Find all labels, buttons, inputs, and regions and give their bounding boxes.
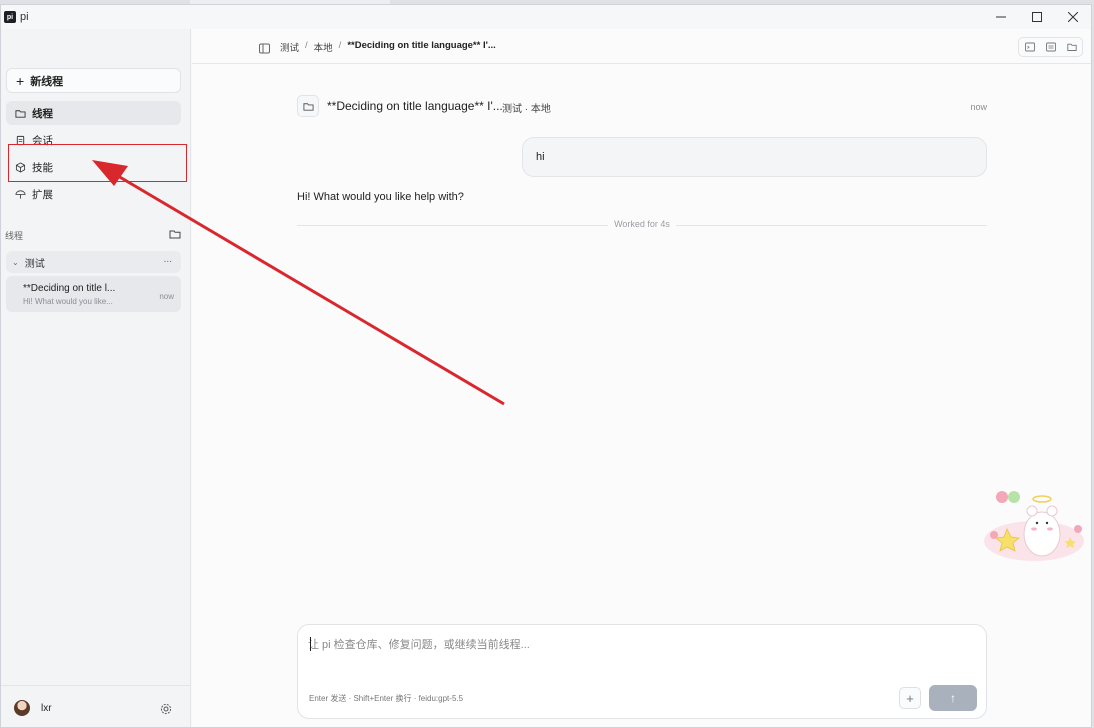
- title-bar: pi pi: [1, 5, 1091, 29]
- chevron-down-icon: ⌄: [12, 257, 19, 267]
- threads-section-label: 线程: [5, 231, 24, 241]
- sidebar-item-extensions[interactable]: 扩展: [6, 182, 181, 206]
- breadcrumb-separator: /: [305, 40, 308, 51]
- app-title: pi: [20, 11, 29, 23]
- window-controls: [983, 5, 1091, 29]
- app-window: pi pi + 新线程 线程 会话 技能 扩展 线程 ⌄ 测试 ... **De…: [0, 4, 1092, 728]
- thread-list-item[interactable]: **Deciding on title l... Hi! What would …: [6, 276, 181, 312]
- folder-icon: [14, 107, 26, 119]
- group-name: 测试: [24, 258, 45, 270]
- annotation-highlight-box: [8, 144, 187, 182]
- new-thread-label: 新线程: [30, 75, 64, 88]
- new-thread-button[interactable]: + 新线程: [6, 68, 181, 93]
- user-profile-row: lxr: [1, 685, 191, 727]
- folder-button[interactable]: [1061, 38, 1082, 56]
- breadcrumb-project[interactable]: 测试: [280, 40, 299, 54]
- avatar[interactable]: [14, 700, 30, 716]
- open-folder-button[interactable]: [169, 227, 181, 239]
- maximize-icon: [1032, 12, 1042, 22]
- topbar-actions: [1018, 37, 1083, 57]
- group-more-button[interactable]: ...: [164, 254, 172, 265]
- worked-for-label[interactable]: Worked for 4s: [608, 219, 676, 229]
- plus-icon: +: [16, 72, 25, 89]
- terminal-button[interactable]: [1019, 38, 1040, 56]
- toggle-sidebar-button[interactable]: [259, 41, 270, 54]
- gear-icon: [160, 703, 172, 715]
- send-button[interactable]: ↑: [929, 685, 977, 711]
- main-panel: 测试 / 本地 / **Deciding on title language**…: [192, 29, 1091, 727]
- breadcrumb-separator: /: [338, 40, 342, 51]
- thread-preview: Hi! What would you like...: [23, 297, 113, 306]
- top-bar: 测试 / 本地 / **Deciding on title language**…: [192, 29, 1091, 64]
- maximize-button[interactable]: [1019, 5, 1055, 29]
- thread-header-time: now: [970, 102, 987, 112]
- breadcrumb-location[interactable]: 本地: [314, 40, 333, 54]
- sidebar-toggle-icon: [259, 43, 270, 54]
- thread-header-meta: 测试 · 本地: [502, 104, 551, 115]
- thread-group-test[interactable]: ⌄ 测试 ...: [6, 251, 181, 273]
- sidebar: + 新线程 线程 会话 技能 扩展 线程 ⌄ 测试 ... **Deciding…: [1, 29, 191, 727]
- close-icon: [1068, 12, 1078, 22]
- panel-button[interactable]: [1040, 38, 1061, 56]
- minimize-button[interactable]: [983, 5, 1019, 29]
- attach-button[interactable]: +: [899, 687, 921, 709]
- sidebar-item-label: 扩展: [32, 188, 53, 201]
- umbrella-icon: [14, 188, 26, 200]
- message-composer: Enter 发送 · Shift+Enter 换行 · feidu:gpt-5.…: [297, 624, 987, 719]
- sidebar-item-threads[interactable]: 线程: [6, 101, 181, 125]
- thread-title: **Deciding on title l...: [23, 283, 116, 294]
- terminal-icon: [1024, 42, 1035, 52]
- folder-icon: [1066, 43, 1077, 51]
- bear-sticker-image: [984, 491, 1084, 561]
- text-caret: [310, 637, 311, 651]
- message-input[interactable]: [308, 633, 968, 657]
- folder-icon: [169, 230, 181, 239]
- app-logo-icon: pi: [4, 11, 16, 23]
- user-message: hi: [522, 137, 987, 177]
- thread-time: now: [159, 292, 174, 301]
- breadcrumb: 测试 / 本地 / **Deciding on title language**…: [280, 40, 496, 54]
- minimize-icon: [996, 16, 1006, 18]
- assistant-message: Hi! What would you like help with?: [297, 191, 464, 203]
- thread-header-title: **Deciding on title language** I'...: [327, 99, 503, 113]
- breadcrumb-thread: **Deciding on title language** I'...: [347, 40, 496, 51]
- folder-icon: [302, 102, 314, 111]
- worked-for-divider: Worked for 4s: [297, 219, 987, 231]
- close-button[interactable]: [1055, 5, 1091, 29]
- thread-header: **Deciding on title language** I'... 测试 …: [297, 95, 987, 117]
- panel-icon: [1045, 42, 1056, 52]
- composer-hint: Enter 发送 · Shift+Enter 换行 · feidu:gpt-5.…: [309, 694, 464, 703]
- sidebar-item-label: 线程: [32, 107, 53, 120]
- user-name: lxr: [41, 703, 52, 714]
- thread-folder-button[interactable]: [297, 95, 319, 117]
- settings-button[interactable]: [160, 702, 172, 715]
